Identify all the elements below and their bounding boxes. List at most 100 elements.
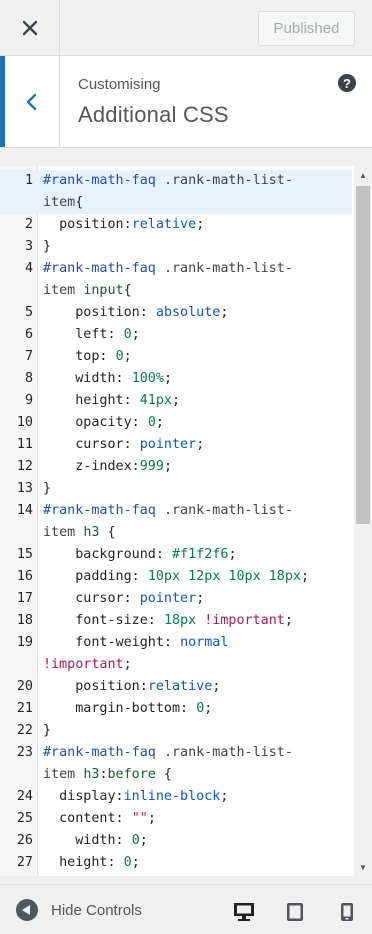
mobile-preview-button[interactable] bbox=[335, 901, 359, 923]
code-text: margin-bottom: 0; bbox=[38, 698, 212, 720]
code-line[interactable]: 21 margin-bottom: 0; bbox=[0, 698, 352, 720]
line-number: 5 bbox=[24, 305, 33, 320]
line-number: 7 bbox=[24, 349, 33, 364]
code-token: position: bbox=[43, 305, 156, 320]
code-token: inline-block bbox=[123, 789, 221, 804]
code-line[interactable]: 2 position:relative; bbox=[0, 214, 352, 236]
code-text: height: 41px; bbox=[38, 390, 180, 412]
line-number: 11 bbox=[16, 437, 33, 452]
code-text: z-index:999; bbox=[38, 456, 172, 478]
code-token: opacity: bbox=[43, 415, 148, 430]
code-text: position:relative; bbox=[38, 676, 220, 698]
code-text: width: 100%; bbox=[38, 368, 172, 390]
code-token: !important bbox=[43, 657, 124, 672]
code-line[interactable]: 20 position:relative; bbox=[0, 676, 352, 698]
line-number bbox=[0, 764, 38, 786]
code-token: padding: bbox=[43, 569, 148, 584]
code-token: 0 bbox=[131, 833, 140, 848]
code-line[interactable]: 4 #rank-math-faq .rank-math-list- bbox=[0, 258, 352, 280]
code-line[interactable]: item h3 { bbox=[0, 522, 352, 544]
code-line[interactable]: item input{ bbox=[0, 280, 352, 302]
code-text: item input{ bbox=[38, 280, 132, 302]
code-line[interactable]: 6 left: 0; bbox=[0, 324, 352, 346]
line-number: 13 bbox=[16, 481, 33, 496]
code-line[interactable]: 18 font-size: 18px !important; bbox=[0, 610, 352, 632]
code-line[interactable]: 3} bbox=[0, 236, 352, 258]
code-token: relative bbox=[147, 679, 213, 694]
tablet-preview-button[interactable] bbox=[283, 901, 307, 923]
code-token: input bbox=[83, 283, 124, 298]
code-token: item bbox=[43, 195, 76, 210]
code-line[interactable]: 11 cursor: pointer; bbox=[0, 434, 352, 456]
code-line[interactable]: 25 content: ""; bbox=[0, 808, 352, 830]
scroll-up-arrow-icon[interactable]: ▲ bbox=[354, 168, 372, 182]
page-title: Additional CSS bbox=[78, 102, 229, 127]
code-token: } bbox=[43, 481, 52, 496]
code-text: padding: 10px 12px 10px 18px; bbox=[38, 566, 309, 588]
code-lines[interactable]: 1 #rank-math-faq .rank-math-list-item{2 p… bbox=[0, 170, 352, 874]
line-number: 17 bbox=[16, 591, 33, 606]
code-token: background: bbox=[43, 547, 172, 562]
code-text: height: 0; bbox=[38, 852, 140, 874]
code-token: 0 bbox=[123, 327, 132, 342]
code-token: ; bbox=[123, 349, 132, 364]
code-line[interactable]: 15 background: #f1f2f6; bbox=[0, 544, 352, 566]
css-code-editor[interactable]: 1 #rank-math-faq .rank-math-list-item{2 p… bbox=[0, 166, 372, 876]
code-line[interactable]: 24 display:inline-block; bbox=[0, 786, 352, 808]
close-button[interactable] bbox=[0, 0, 60, 55]
code-text: #rank-math-faq .rank-math-list- bbox=[38, 258, 293, 280]
help-icon[interactable]: ? bbox=[338, 74, 356, 92]
back-button[interactable] bbox=[0, 56, 60, 147]
code-token: pointer bbox=[139, 437, 197, 452]
code-line[interactable]: 13} bbox=[0, 478, 352, 500]
code-line[interactable]: 9 height: 41px; bbox=[0, 390, 352, 412]
published-button[interactable]: Published bbox=[258, 11, 355, 46]
scroll-down-arrow-icon[interactable]: ▼ bbox=[354, 860, 372, 874]
code-line[interactable]: 8 width: 100%; bbox=[0, 368, 352, 390]
code-line[interactable]: item{ bbox=[0, 192, 352, 214]
code-line[interactable]: 27 height: 0; bbox=[0, 852, 352, 874]
code-line[interactable]: 17 cursor: pointer; bbox=[0, 588, 352, 610]
code-token: ; bbox=[204, 701, 213, 716]
line-number: 21 bbox=[16, 701, 33, 716]
code-line[interactable]: !important; bbox=[0, 654, 352, 676]
code-line[interactable]: 23 #rank-math-faq .rank-math-list- bbox=[0, 742, 352, 764]
code-text: item{ bbox=[38, 192, 83, 214]
code-line[interactable]: 14 #rank-math-faq .rank-math-list- bbox=[0, 500, 352, 522]
code-token: left: bbox=[43, 327, 124, 342]
code-line[interactable]: 10 opacity: 0; bbox=[0, 412, 352, 434]
line-number: 1 bbox=[24, 173, 33, 188]
code-token: normal bbox=[180, 635, 229, 650]
line-number: 9 bbox=[24, 393, 33, 408]
code-token: absolute bbox=[155, 305, 221, 320]
code-line[interactable]: 5 position: absolute; bbox=[0, 302, 352, 324]
code-token: pointer bbox=[139, 591, 197, 606]
code-token: { bbox=[99, 525, 116, 540]
code-line[interactable]: 7 top: 0; bbox=[0, 346, 352, 368]
code-line[interactable]: 22} bbox=[0, 720, 352, 742]
code-token: margin-bottom: bbox=[43, 701, 197, 716]
line-number bbox=[0, 654, 38, 676]
hide-controls-button[interactable]: Hide Controls bbox=[16, 899, 142, 921]
code-line[interactable]: 16 padding: 10px 12px 10px 18px; bbox=[0, 566, 352, 588]
scrollbar-thumb[interactable] bbox=[356, 186, 370, 524]
code-line[interactable]: 26 width: 0; bbox=[0, 830, 352, 852]
code-text: opacity: 0; bbox=[38, 412, 164, 434]
code-text: #rank-math-faq .rank-math-list- bbox=[38, 500, 293, 522]
desktop-preview-button[interactable] bbox=[232, 901, 256, 923]
code-token: ; bbox=[155, 415, 164, 430]
code-line[interactable]: item h3:before { bbox=[0, 764, 352, 786]
code-text: content: ""; bbox=[38, 808, 156, 830]
code-token: #rank-math-faq bbox=[43, 173, 156, 188]
code-line[interactable]: 1 #rank-math-faq .rank-math-list- bbox=[0, 170, 352, 192]
editor-scrollbar[interactable]: ▲ ▼ bbox=[354, 166, 372, 876]
code-token: { bbox=[123, 283, 132, 298]
code-text: top: 0; bbox=[38, 346, 132, 368]
line-number: 8 bbox=[24, 371, 33, 386]
desktop-icon bbox=[234, 903, 254, 921]
code-line[interactable]: 19 font-weight: normal bbox=[0, 632, 352, 654]
code-token: #rank-math-faq bbox=[43, 745, 156, 760]
code-line[interactable]: 12 z-index:999; bbox=[0, 456, 352, 478]
